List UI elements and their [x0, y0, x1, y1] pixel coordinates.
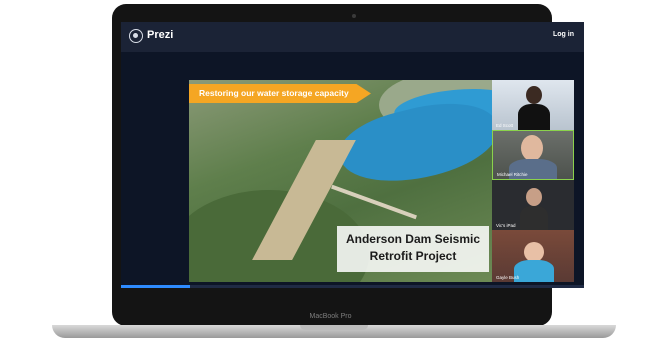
- prezi-logo-icon: [129, 29, 143, 43]
- participant-tile[interactable]: Vic's iPad: [492, 180, 574, 230]
- slide-caption-line-2: Retrofit Project: [369, 249, 457, 263]
- participant-body: [520, 206, 548, 230]
- laptop-notch: [300, 325, 368, 330]
- participant-body: [518, 104, 550, 130]
- slide-banner-text: Restoring our water storage capacity: [199, 88, 349, 98]
- presentation-stage: Restoring our water storage capacity And…: [121, 52, 584, 288]
- participant-head: [524, 242, 544, 262]
- participant-head: [526, 86, 542, 104]
- presentation-progress-fill: [121, 285, 191, 288]
- slide-caption: Anderson Dam Seismic Retrofit Project: [337, 226, 489, 272]
- app-logo-text[interactable]: Prezi: [147, 29, 173, 41]
- participant-body: [514, 260, 554, 282]
- participant-tile[interactable]: Ed Scott: [492, 80, 574, 130]
- participant-tile-active[interactable]: Michael Ritchie: [492, 130, 574, 180]
- slide-banner: Restoring our water storage capacity: [189, 84, 371, 103]
- camera-icon: [352, 14, 356, 18]
- login-link[interactable]: Log in: [553, 31, 574, 38]
- participant-tile[interactable]: Gayle Bush: [492, 230, 574, 282]
- participant-name: Gayle Bush: [496, 275, 520, 280]
- participant-name: Michael Ritchie: [497, 172, 528, 177]
- slide-image[interactable]: Restoring our water storage capacity And…: [189, 80, 492, 282]
- app-header: Prezi Log in: [121, 22, 584, 53]
- presentation-progress-bar[interactable]: [121, 285, 584, 288]
- participant-name: Ed Scott: [496, 123, 514, 128]
- slide-caption-line-1: Anderson Dam Seismic: [345, 232, 481, 246]
- participant-head: [526, 188, 542, 206]
- participant-head: [521, 135, 543, 161]
- laptop-screen: Prezi Log in Restoring our water storage…: [121, 22, 584, 288]
- participant-name: Vic's iPad: [496, 223, 516, 228]
- device-model-label: MacBook Pro: [309, 313, 352, 320]
